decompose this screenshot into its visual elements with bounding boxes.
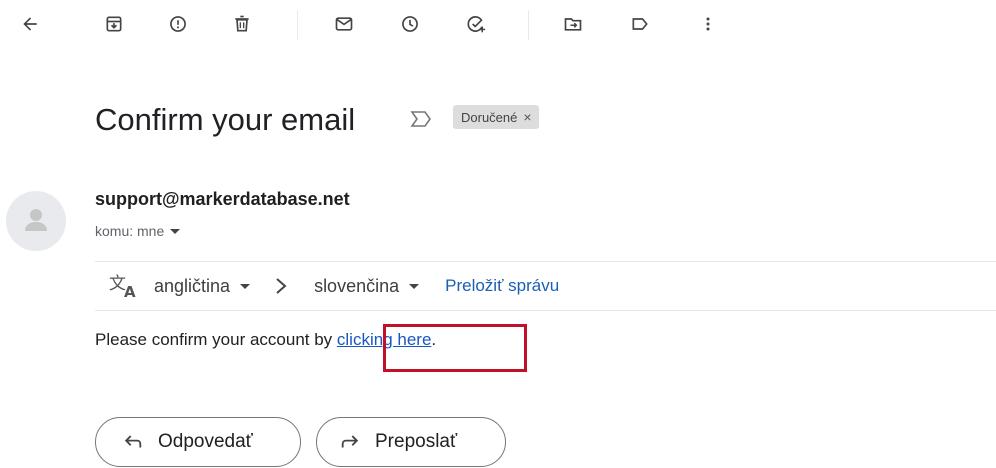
body-text-suffix: . bbox=[431, 330, 437, 349]
archive-button[interactable] bbox=[96, 6, 132, 42]
label-icon bbox=[632, 18, 648, 30]
delete-icon bbox=[235, 15, 249, 32]
source-language-select[interactable]: angličtina bbox=[154, 275, 251, 297]
important-marker-icon[interactable] bbox=[410, 109, 432, 129]
back-arrow-icon bbox=[23, 17, 37, 31]
delete-button[interactable] bbox=[224, 6, 260, 42]
move-to-button[interactable] bbox=[555, 6, 591, 42]
chevron-down-icon bbox=[409, 283, 420, 289]
recipient-details-toggle[interactable]: komu: mne bbox=[95, 223, 181, 239]
inbox-label-chip: Doručené × bbox=[453, 105, 539, 129]
forward-icon bbox=[341, 435, 359, 448]
more-vert-icon bbox=[706, 17, 710, 31]
sender-avatar bbox=[6, 191, 66, 251]
person-icon bbox=[25, 209, 47, 231]
reply-icon bbox=[124, 435, 142, 448]
label-button[interactable] bbox=[622, 6, 658, 42]
translate-bar: 文 A angličtina slovenčina Preložiť správ… bbox=[108, 263, 559, 309]
remove-label-icon[interactable]: × bbox=[523, 109, 531, 125]
chevron-down-icon bbox=[170, 228, 181, 234]
source-language-label: angličtina bbox=[154, 275, 231, 296]
back-button[interactable] bbox=[12, 6, 48, 42]
snooze-button[interactable] bbox=[392, 6, 428, 42]
snooze-icon bbox=[402, 16, 418, 32]
reply-label: Odpovedať bbox=[158, 431, 253, 452]
chevron-down-icon bbox=[240, 283, 251, 289]
body-text-prefix: Please confirm your account by bbox=[95, 330, 337, 349]
divider bbox=[95, 261, 996, 262]
report-spam-icon bbox=[170, 16, 186, 32]
toolbar-divider bbox=[297, 10, 298, 40]
confirm-link[interactable]: clicking here bbox=[337, 330, 432, 349]
toolbar bbox=[0, 0, 996, 48]
translate-icon: 文 A bbox=[109, 274, 136, 300]
recipient-text: komu: mne bbox=[95, 223, 165, 239]
email-body: Please confirm your account by clicking … bbox=[95, 330, 436, 350]
svg-text:A: A bbox=[124, 283, 136, 300]
divider bbox=[95, 310, 996, 311]
translate-message-link[interactable]: Preložiť správu bbox=[445, 276, 559, 296]
mark-unread-icon bbox=[335, 17, 353, 31]
mark-unread-button[interactable] bbox=[326, 6, 362, 42]
more-options-button[interactable] bbox=[690, 6, 726, 42]
sender-email: support@markerdatabase.net bbox=[95, 189, 350, 209]
target-language-select[interactable]: slovenčina bbox=[314, 275, 420, 297]
email-subject: Confirm your email bbox=[95, 102, 356, 137]
archive-icon bbox=[106, 16, 122, 32]
chevron-right-icon bbox=[276, 278, 287, 294]
reply-button[interactable]: Odpovedať bbox=[95, 417, 301, 467]
add-task-button[interactable] bbox=[458, 6, 494, 42]
report-spam-button[interactable] bbox=[160, 6, 196, 42]
add-task-icon bbox=[467, 16, 486, 33]
forward-label: Preposlať bbox=[375, 431, 458, 452]
toolbar-divider bbox=[528, 10, 529, 40]
move-to-icon bbox=[564, 18, 582, 31]
forward-button[interactable]: Preposlať bbox=[316, 417, 506, 467]
target-language-label: slovenčina bbox=[314, 275, 400, 296]
label-chip-text: Doručené bbox=[461, 109, 518, 125]
